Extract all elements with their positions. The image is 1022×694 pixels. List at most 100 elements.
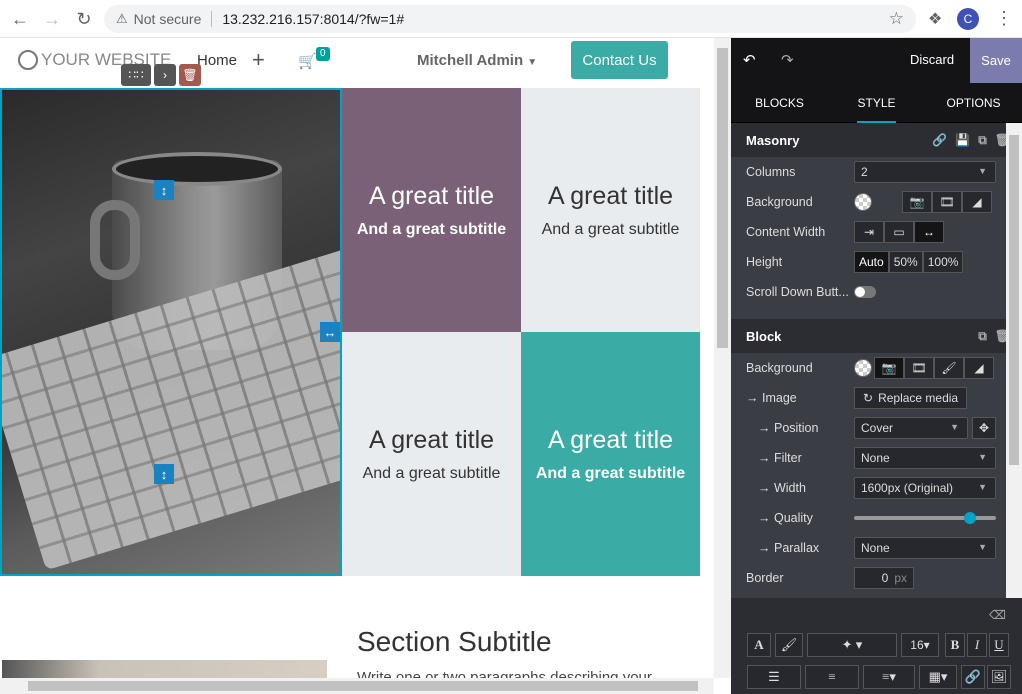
align-dropdown[interactable]: ≡▾ xyxy=(863,665,915,689)
height-50-option[interactable]: 50% xyxy=(888,251,923,273)
option-label: Content Width xyxy=(746,225,826,239)
panel-scrollbar[interactable] xyxy=(1006,123,1022,598)
replace-media-button[interactable]: ↻ Replace media xyxy=(854,387,968,409)
masonry-image-cell[interactable]: ↕ ↔ ↕ xyxy=(0,88,342,576)
font-color-icon[interactable]: A xyxy=(747,633,771,657)
video-icon[interactable]: 🎞 xyxy=(932,191,962,213)
drag-grip-icon[interactable]: ∷∷ xyxy=(121,64,151,86)
website-canvas: YOUR WEBSITE Home + 🛒 0 Mitchell Admin ▼… xyxy=(0,38,700,694)
option-label: → Width xyxy=(746,481,854,495)
nav-home-link[interactable]: Home xyxy=(197,52,237,69)
scroll-down-row: Scroll Down Butt... xyxy=(731,277,1022,307)
scroll-thumb[interactable] xyxy=(28,681,698,691)
forward-icon[interactable]: → xyxy=(36,3,68,35)
camera-icon[interactable]: 📷 xyxy=(874,357,904,379)
image-shape-icon[interactable]: ◢ xyxy=(964,357,994,379)
tab-blocks[interactable]: BLOCKS xyxy=(731,83,828,123)
scroll-thumb[interactable] xyxy=(1009,135,1019,465)
masonry-tile[interactable]: A great title And a great subtitle xyxy=(342,332,521,576)
masonry-tile[interactable]: A great title And a great subtitle xyxy=(342,88,521,332)
numbered-list-icon[interactable]: ≡ xyxy=(805,665,859,689)
save-icon[interactable]: 💾 xyxy=(955,133,970,148)
width-full-icon[interactable]: ↔ xyxy=(914,221,944,243)
duplicate-icon[interactable]: ⧉ xyxy=(978,329,987,344)
back-icon[interactable]: ← xyxy=(4,3,36,35)
page-horizontal-scrollbar[interactable] xyxy=(0,678,714,694)
masonry-tile[interactable]: A great title And a great subtitle xyxy=(521,332,700,576)
profile-avatar[interactable]: C xyxy=(957,8,979,30)
background-type-group: 📷 🎞 🖌 ◢ xyxy=(874,357,994,379)
width-regular-icon[interactable]: ▭ xyxy=(884,221,914,243)
link-icon[interactable]: 🔗 xyxy=(961,665,985,689)
link-icon[interactable]: 🔗 xyxy=(932,133,947,148)
highlight-brush-icon[interactable]: 🖌 xyxy=(775,633,803,657)
select-value: Cover xyxy=(861,421,894,435)
parallax-select[interactable]: None ▼ xyxy=(854,537,996,559)
bullet-list-icon[interactable]: ☰ xyxy=(747,665,801,689)
table-dropdown[interactable]: ▦▾ xyxy=(919,665,957,689)
filter-select[interactable]: None ▼ xyxy=(854,447,996,469)
eraser-icon[interactable]: ⌫ xyxy=(989,608,1006,622)
section-subtitle[interactable]: Section Subtitle xyxy=(357,626,552,658)
brush-icon[interactable]: 🖌 xyxy=(934,357,964,379)
cart-icon[interactable]: 🛒 xyxy=(298,52,317,70)
resize-handle-right-icon[interactable]: ↔ xyxy=(320,322,340,342)
tab-style[interactable]: STYLE xyxy=(828,83,925,123)
camera-icon[interactable]: 📷 xyxy=(902,191,932,213)
video-icon[interactable]: 🎞 xyxy=(904,357,934,379)
quality-slider[interactable] xyxy=(854,512,996,524)
height-100-option[interactable]: 100% xyxy=(922,251,964,273)
browser-toolbar: ← → ↻ ⚠ Not secure 13.232.216.157:8014/?… xyxy=(0,0,1022,38)
address-bar[interactable]: ⚠ Not secure 13.232.216.157:8014/?fw=1# … xyxy=(104,5,916,33)
warning-icon: ⚠ xyxy=(116,11,128,26)
scroll-down-toggle[interactable] xyxy=(854,286,876,298)
image-shape-icon[interactable]: ◢ xyxy=(962,191,992,213)
add-menu-icon[interactable]: + xyxy=(252,47,265,73)
section-title: Block xyxy=(746,328,782,344)
tile-title: A great title xyxy=(368,425,495,454)
scroll-thumb[interactable] xyxy=(717,48,728,348)
image-row: → Image ↻ Replace media xyxy=(731,383,1022,413)
columns-select[interactable]: 2 ▼ xyxy=(854,161,996,183)
page-vertical-scrollbar[interactable] xyxy=(714,38,731,678)
position-select[interactable]: Cover ▼ xyxy=(854,417,968,439)
contact-us-button[interactable]: Contact Us xyxy=(571,41,668,79)
tab-options[interactable]: OPTIONS xyxy=(925,83,1022,123)
style-dropdown[interactable]: ✦ ▾ xyxy=(807,633,897,657)
crosshair-icon[interactable]: ✥ xyxy=(972,417,996,439)
user-menu[interactable]: Mitchell Admin ▼ xyxy=(417,52,537,69)
masonry-tile[interactable]: A great title And a great subtitle xyxy=(521,88,700,332)
save-button[interactable]: Save xyxy=(970,38,1022,83)
media-icon[interactable]: 🖼 xyxy=(987,665,1011,689)
discard-button[interactable]: Discard xyxy=(910,52,954,67)
extensions-icon[interactable]: ❖ xyxy=(928,9,942,29)
slider-knob[interactable] xyxy=(964,512,977,524)
option-label: → Image xyxy=(746,391,854,405)
resize-handle-bottom-icon[interactable]: ↕ xyxy=(154,464,174,484)
color-picker[interactable] xyxy=(854,359,872,377)
height-auto-option[interactable]: Auto xyxy=(854,251,889,273)
option-label: Background xyxy=(746,361,813,375)
editor-header: ↶ ↷ Discard Save xyxy=(731,38,1022,83)
resize-handle-top-icon[interactable]: ↕ xyxy=(154,180,174,200)
redo-icon[interactable]: ↷ xyxy=(781,51,794,69)
option-label: Scroll Down Butt... xyxy=(746,285,849,299)
sub-arrow-icon: → xyxy=(758,481,771,495)
trash-icon[interactable]: 🗑 xyxy=(179,64,201,86)
bold-button[interactable]: B xyxy=(945,633,965,657)
font-size-dropdown[interactable]: 16 ▾ xyxy=(901,633,939,657)
width-select[interactable]: 1600px (Original) ▼ xyxy=(854,477,996,499)
chevron-right-icon[interactable]: › xyxy=(154,64,176,86)
color-picker[interactable] xyxy=(854,193,872,211)
border-input[interactable]: 0 px xyxy=(854,567,914,589)
italic-button[interactable]: I xyxy=(967,633,987,657)
underline-button[interactable]: U xyxy=(989,633,1009,657)
duplicate-icon[interactable]: ⧉ xyxy=(978,133,987,148)
width-small-icon[interactable]: ⇥ xyxy=(854,221,884,243)
border-row: Border 0 px xyxy=(731,563,1022,593)
content-width-row: Content Width ⇥ ▭ ↔ xyxy=(731,217,1022,247)
reload-icon[interactable]: ↻ xyxy=(68,3,100,35)
undo-icon[interactable]: ↶ xyxy=(743,51,756,69)
bookmark-star-icon[interactable]: ☆ xyxy=(889,9,904,29)
browser-menu-icon[interactable]: ⋮ xyxy=(995,8,1013,29)
